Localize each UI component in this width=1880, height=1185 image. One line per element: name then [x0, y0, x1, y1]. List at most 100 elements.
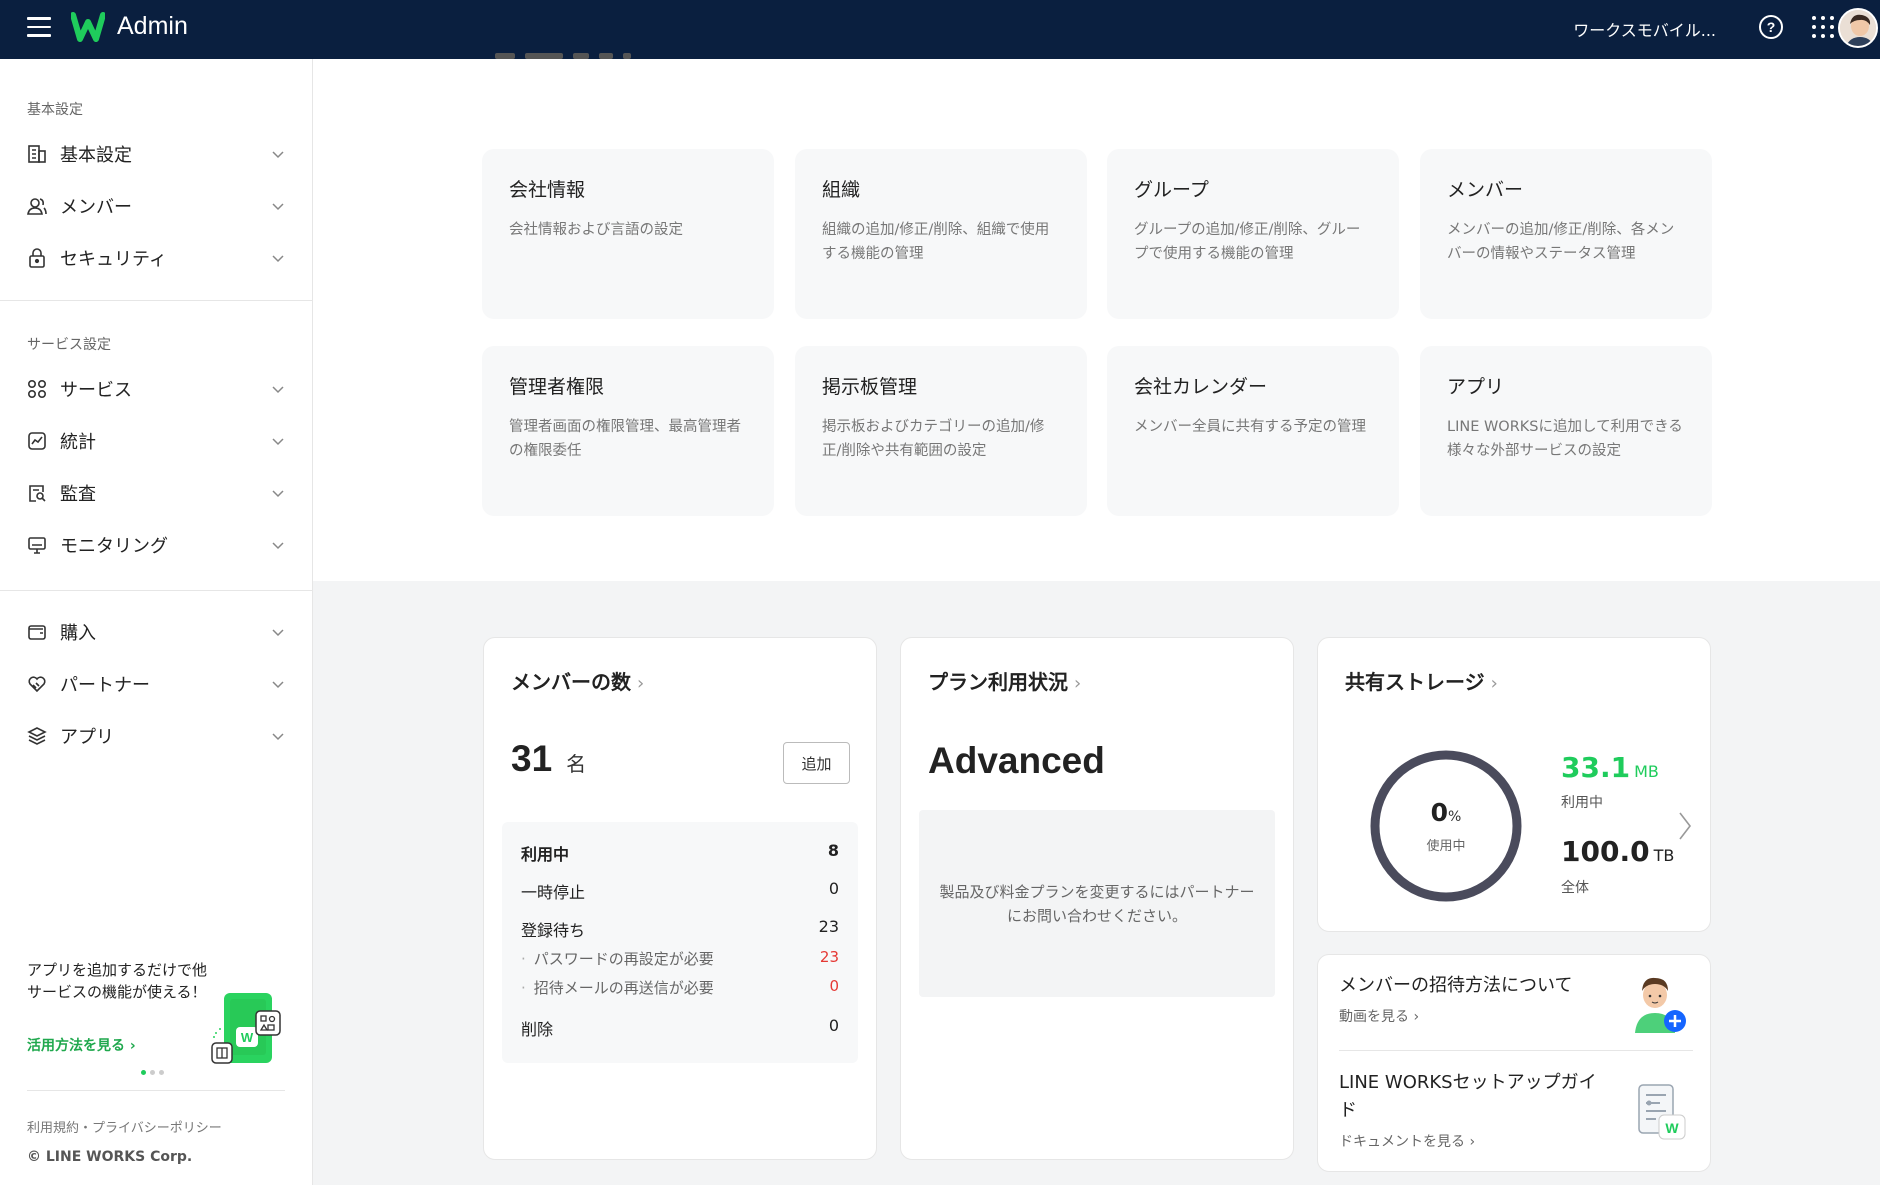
card-desc: 会社情報および言語の設定	[509, 222, 683, 238]
members-panel-title[interactable]: メンバーの数 ›	[511, 666, 644, 695]
storage-used-label: 利用中	[1561, 795, 1603, 811]
stat-row-suspended[interactable]: 一時停止 0	[521, 879, 839, 903]
chevron-right-icon: ›	[637, 673, 645, 694]
sidebar-item-partner[interactable]: パートナー	[26, 669, 286, 699]
sidebar-item-label: セキュリティ	[60, 249, 167, 270]
card-admin-permissions[interactable]: 管理者権限 管理者画面の権限管理、最高管理者の権限委任	[482, 346, 774, 516]
wallet-icon	[26, 621, 48, 643]
app-title: Admin	[117, 12, 188, 40]
plan-panel-title[interactable]: プラン利用状況 ›	[928, 666, 1081, 695]
plan-usage-panel: プラン利用状況 › Advanced 製品及び料金プランを変更するにはパートナーに…	[900, 637, 1294, 1160]
chevron-down-icon	[272, 733, 284, 741]
line-works-logo[interactable]	[71, 12, 105, 42]
audit-icon	[26, 482, 48, 504]
stat-row-deleted[interactable]: 削除 0	[521, 1016, 839, 1040]
sidebar-item-purchase[interactable]: 購入	[26, 617, 286, 647]
card-desc: メンバー全員に共有する予定の管理	[1134, 419, 1366, 435]
sidebar-item-label: 基本設定	[60, 145, 132, 166]
stat-row-pending[interactable]: 登録待ち 23	[521, 917, 839, 941]
add-member-button[interactable]: 追加	[783, 742, 850, 784]
card-group[interactable]: グループ グループの追加/修正/削除、グループで使用する機能の管理	[1107, 149, 1399, 319]
sidebar-item-label: サービス	[60, 380, 132, 401]
link-sub: 動画を見る ›	[1339, 1009, 1420, 1025]
card-company-calendar[interactable]: 会社カレンダー メンバー全員に共有する予定の管理	[1107, 346, 1399, 516]
sidebar-item-label: メンバー	[60, 197, 132, 218]
sidebar-divider	[0, 590, 312, 591]
sidebar-item-label: 購入	[60, 623, 96, 644]
help-icon[interactable]: ?	[1759, 15, 1783, 39]
promo-phone-illustration: W	[211, 993, 281, 1064]
chevron-down-icon	[272, 681, 284, 689]
sidebar-item-members[interactable]: メンバー	[26, 191, 286, 221]
sidebar-item-monitoring[interactable]: モニタリング	[26, 530, 286, 560]
card-desc: 管理者画面の権限管理、最高管理者の権限委任	[509, 419, 741, 459]
sidebar-item-statistics[interactable]: 統計	[26, 426, 286, 456]
stat-row-resend-invite[interactable]: 招待メールの再送信が必要0	[521, 977, 839, 998]
svg-text:W: W	[241, 1030, 254, 1045]
stat-row-password-reset[interactable]: パスワードの再設定が必要23	[521, 948, 839, 969]
setup-guide-link[interactable]: LINE WORKSセットアップガイド ドキュメントを見る ›	[1339, 1069, 1599, 1151]
members-icon	[26, 195, 48, 217]
sidebar-item-apps[interactable]: アプリ	[26, 721, 286, 751]
terms-link[interactable]: 利用規約・プライバシーポリシー	[27, 1117, 222, 1136]
sidebar-item-services[interactable]: サービス	[26, 374, 286, 404]
members-count-panel: メンバーの数› 31 名 追加 利用中8 一時停止0 登録待ち23 パスワードの…	[483, 637, 877, 1160]
chevron-down-icon	[272, 255, 284, 263]
statistics-icon	[26, 430, 48, 452]
storage-total-label: 全体	[1561, 880, 1589, 896]
card-desc: 組織の追加/修正/削除、組織で使用する機能の管理	[822, 222, 1050, 262]
company-name[interactable]: ワークスモバイル...	[1573, 17, 1716, 41]
sidebar-item-basic-settings[interactable]: 基本設定	[26, 139, 286, 169]
services-icon	[26, 378, 48, 400]
card-company-info[interactable]: 会社情報 会社情報および言語の設定	[482, 149, 774, 319]
building-icon	[26, 143, 48, 165]
chevron-down-icon	[272, 629, 284, 637]
card-desc: LINE WORKSに追加して利用できる様々な外部サービスの設定	[1447, 419, 1683, 459]
monitor-icon	[26, 534, 48, 556]
chevron-right-icon[interactable]	[1678, 811, 1692, 841]
sidebar-item-security[interactable]: セキュリティ	[26, 243, 286, 273]
card-board-management[interactable]: 掲示板管理 掲示板およびカテゴリーの追加/修正/削除や共有範囲の設定	[795, 346, 1087, 516]
promo-link[interactable]: 活用方法を見る ›	[27, 1035, 136, 1055]
apps-grid-icon[interactable]	[1812, 16, 1834, 38]
card-organization[interactable]: 組織 組織の追加/修正/削除、組織で使用する機能の管理	[795, 149, 1087, 319]
card-title: アプリ	[1447, 376, 1505, 398]
chevron-down-icon	[272, 203, 284, 211]
card-desc: メンバーの追加/修正/削除、各メンバーの情報やステータス管理	[1447, 222, 1675, 262]
menu-icon[interactable]	[27, 17, 51, 37]
link-title: LINE WORKSセットアップガイド	[1339, 1072, 1597, 1121]
invite-howto-link[interactable]: メンバーの招待方法について 動画を見る ›	[1339, 972, 1572, 1026]
storage-percent-label: 使用中	[1426, 839, 1466, 854]
sidebar: 基本設定 基本設定 メンバー セキュリティ サービス設定 サービス 統計 監査 …	[0, 59, 313, 1185]
stat-row-active[interactable]: 利用中 8	[521, 841, 839, 865]
storage-panel-title[interactable]: 共有ストレージ ›	[1345, 666, 1498, 695]
section-label-service: サービス設定	[27, 337, 111, 353]
card-title: 会社カレンダー	[1134, 376, 1268, 398]
sidebar-footer-divider	[27, 1090, 285, 1091]
sidebar-item-label: パートナー	[60, 675, 150, 696]
user-avatar[interactable]	[1838, 8, 1878, 48]
help-links-panel: メンバーの招待方法について 動画を見る › LINE WORKSセットアップガイ…	[1317, 954, 1711, 1172]
setup-guide-document-icon: W	[1638, 1084, 1686, 1140]
top-bar: Admin ワークスモバイル... ?	[0, 0, 1880, 59]
sidebar-item-label: 統計	[60, 432, 96, 453]
storage-used: 33.1 MB	[1561, 751, 1659, 784]
chevron-down-icon	[272, 542, 284, 550]
card-desc: 掲示板およびカテゴリーの追加/修正/削除や共有範囲の設定	[822, 419, 1045, 459]
scrolled-heading-fragment	[495, 44, 745, 59]
storage-total: 100.0 TB	[1561, 835, 1675, 868]
chevron-down-icon	[272, 438, 284, 446]
member-count-unit: 名	[566, 752, 587, 776]
card-title: 管理者権限	[509, 376, 605, 398]
promo-carousel-dots[interactable]	[141, 1070, 164, 1075]
chevron-right-icon: ›	[1074, 673, 1082, 694]
partner-icon	[26, 673, 48, 695]
links-divider	[1339, 1050, 1693, 1051]
card-apps[interactable]: アプリ LINE WORKSに追加して利用できる様々な外部サービスの設定	[1420, 346, 1712, 516]
section-label-basic: 基本設定	[27, 102, 83, 118]
svg-text:W: W	[1665, 1120, 1679, 1136]
sidebar-item-audit[interactable]: 監査	[26, 478, 286, 508]
card-member[interactable]: メンバー メンバーの追加/修正/削除、各メンバーの情報やステータス管理	[1420, 149, 1712, 319]
sidebar-item-label: モニタリング	[60, 536, 168, 557]
card-title: グループ	[1134, 179, 1209, 201]
